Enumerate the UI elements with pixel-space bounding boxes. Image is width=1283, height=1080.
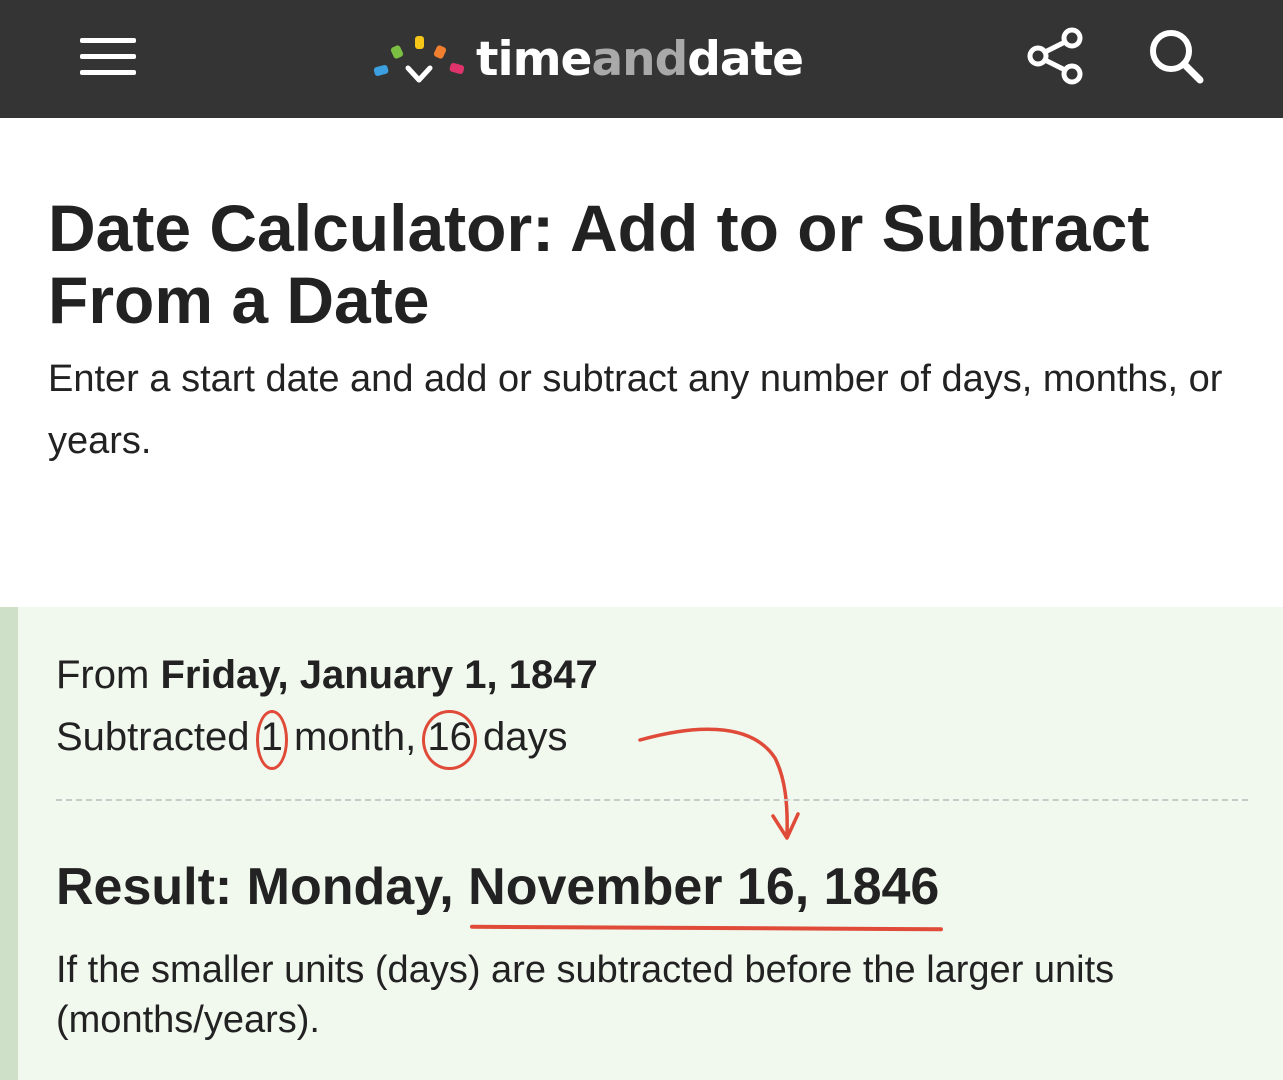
from-date-value: Friday, January 1, 1847	[160, 653, 598, 697]
days-unit: days	[483, 715, 568, 759]
from-label: From	[56, 653, 150, 697]
dashed-divider	[56, 799, 1248, 801]
result-note: If the smaller units (days) are subtract…	[56, 949, 1115, 1041]
site-logo[interactable]: timeanddate	[372, 30, 804, 90]
months-value-circled: 1	[255, 710, 289, 770]
result-label: Result: Monday,	[56, 858, 454, 916]
subtracted-label: Subtracted	[56, 715, 250, 759]
page-title: Date Calculator: Add to or Subtract From…	[48, 191, 1150, 337]
result-date-underlined: November 16, 1846	[468, 858, 940, 916]
hamburger-menu-icon[interactable]	[80, 38, 136, 76]
days-value-circled: 16	[422, 710, 477, 770]
annotation-arrow-icon	[638, 727, 800, 840]
logo-mark-icon	[373, 36, 465, 83]
logo-wordmark: timeanddate	[476, 32, 804, 87]
share-icon[interactable]	[1024, 24, 1088, 88]
search-icon[interactable]	[1144, 26, 1208, 86]
result-heading: Result: Monday, November 16, 1846	[56, 856, 939, 918]
from-date-line: From Friday, January 1, 1847	[56, 650, 598, 700]
subtracted-line: Subtracted 1 month, 16 days	[56, 710, 568, 770]
page-description: Enter a start date and add or subtract a…	[48, 358, 1223, 462]
top-navigation-bar: timeanddate	[0, 0, 1283, 118]
months-unit: month,	[293, 715, 417, 759]
